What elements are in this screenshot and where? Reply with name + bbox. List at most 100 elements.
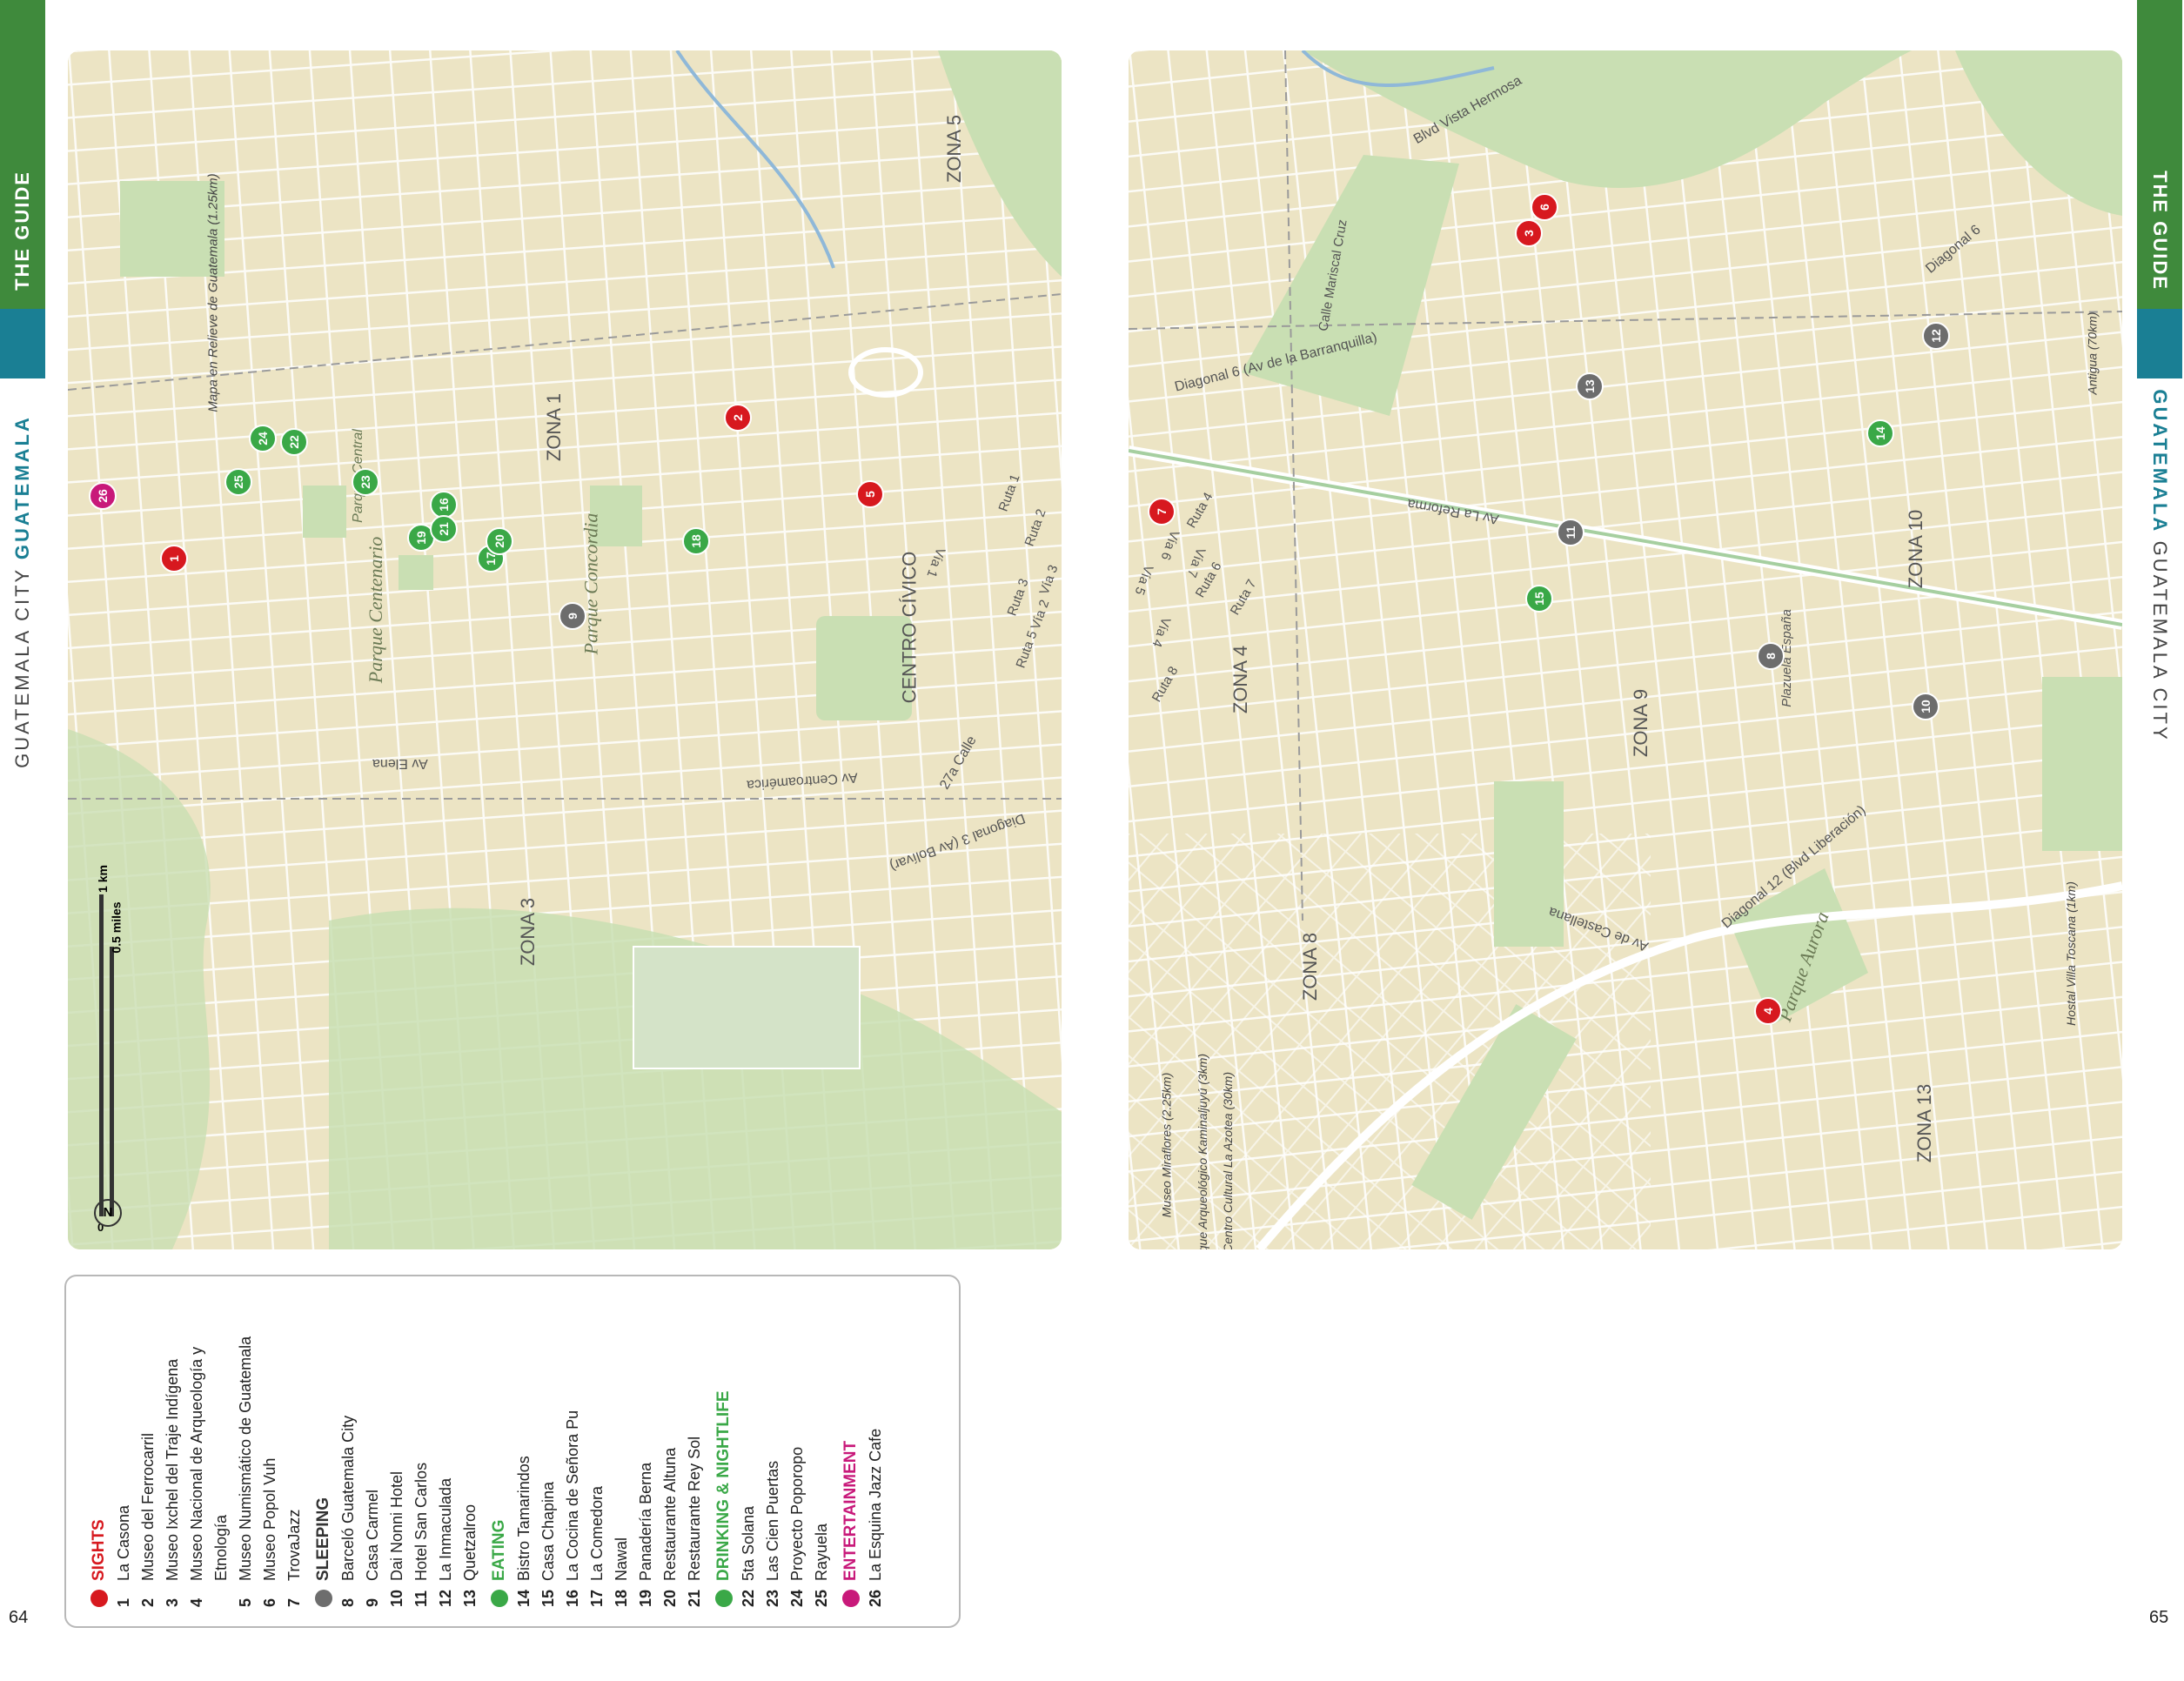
map-legend: SIGHTS 1 La Casona 2 Museo del Ferrocarril 3 M… <box>64 1275 961 1628</box>
legend-item-name: Museo Popol Vuh <box>261 1457 278 1581</box>
map-marker-20[interactable]: 20 <box>486 527 513 555</box>
map-marker-2[interactable]: 2 <box>724 404 752 432</box>
legend-item-name: La Casona <box>115 1504 132 1581</box>
legend-category-dot-icon <box>842 1590 860 1607</box>
map-marker-6[interactable]: 6 <box>1531 193 1558 221</box>
legend-category-title: SLEEPING <box>314 1497 332 1581</box>
legend-item: 9 Casa Carmel <box>360 1296 385 1607</box>
legend-item-number: 5 <box>237 1597 254 1607</box>
legend-item-name: Museo Nacional de Arqueología y Etnologí… <box>188 1346 230 1581</box>
map-marker-4[interactable]: 4 <box>1754 997 1782 1025</box>
map-marker-5[interactable]: 5 <box>856 480 884 508</box>
legend-item: 21 Restaurante Rey Sol <box>682 1296 707 1607</box>
legend-item: 24 Proyecto Poporopo <box>785 1296 809 1607</box>
legend-category-eating: EATING <box>487 1296 512 1607</box>
left-running-head: GUATEMALA CITY GUATEMALA <box>11 415 34 768</box>
map-marker-9[interactable]: 9 <box>559 602 586 630</box>
running-head-part1: GUATEMALA CITY <box>11 559 33 768</box>
map-marker-3[interactable]: 3 <box>1515 219 1543 247</box>
legend-category-sights: SIGHTS <box>87 1296 111 1607</box>
map-marker-1[interactable]: 1 <box>160 545 188 573</box>
running-head-part1: GUATEMALA <box>2149 389 2171 541</box>
park-label-concordia: Parque Concordia <box>579 512 602 655</box>
legend-category-title: SIGHTS <box>90 1519 108 1581</box>
legend-item: 20 Restaurante Altuna <box>658 1296 682 1607</box>
legend-category-sleeping: SLEEPING <box>312 1296 336 1607</box>
scale-bar-line-km <box>99 894 104 1216</box>
legend-item-name: Hotel San Carlos <box>412 1462 430 1581</box>
left-guide-tab: THE GUIDE <box>0 0 45 378</box>
guide-tab-teal <box>0 309 45 378</box>
running-head-part2: GUATEMALA CITY <box>2149 540 2171 742</box>
zone-label-zona-1: ZONA 1 <box>543 392 566 462</box>
map-marker-23[interactable]: 23 <box>352 468 379 496</box>
legend-category-title: DRINKING & NIGHTLIFE <box>714 1390 733 1582</box>
legend-item-name: Las Cien Puertas <box>764 1460 781 1581</box>
legend-item-name: Rayuela <box>813 1523 830 1581</box>
map-marker-15[interactable]: 15 <box>1525 585 1553 613</box>
legend-item: 8 Barceló Guatemala City <box>336 1296 360 1607</box>
left-page-number: 64 <box>9 1608 29 1627</box>
legend-item: 7 TrovaJazz <box>282 1296 306 1607</box>
map-marker-10[interactable]: 10 <box>1912 693 1939 720</box>
zone-label-zona-9: ZONA 9 <box>1630 688 1652 758</box>
scale-label-km: 1 km <box>95 865 110 893</box>
legend-item-number: 19 <box>637 1589 654 1607</box>
map-marker-26[interactable]: 26 <box>89 482 117 510</box>
zone-label-centro-civico: CENTRO CÍVICO <box>898 551 921 704</box>
legend-item-number: 25 <box>813 1589 830 1607</box>
legend-item-name: Panadería Berna <box>637 1462 654 1581</box>
legend-item: 18 Nawal <box>609 1296 633 1607</box>
legend-item-number: 3 <box>164 1597 181 1607</box>
map-marker-7[interactable]: 7 <box>1148 498 1176 526</box>
legend-item-number: 11 <box>412 1590 430 1607</box>
legend-item-number: 12 <box>437 1589 454 1607</box>
legend-item-number: 15 <box>539 1589 557 1607</box>
legend-item-name: Restaurante Altuna <box>661 1447 679 1581</box>
map-marker-13[interactable]: 13 <box>1576 372 1604 400</box>
legend-item-number: 6 <box>261 1597 278 1607</box>
legend-item-number: 23 <box>764 1589 781 1607</box>
legend-item-name: Museo Numismático de Guatemala <box>237 1336 254 1581</box>
right-page-number: 65 <box>2149 1608 2169 1627</box>
legend-item-number: 18 <box>613 1589 630 1607</box>
map-marker-8[interactable]: 8 <box>1757 642 1785 670</box>
map-marker-14[interactable]: 14 <box>1866 419 1894 447</box>
legend-item: 5 Museo Numismático de Guatemala <box>233 1296 258 1607</box>
legend-category-dot-icon <box>315 1590 332 1607</box>
map-right[interactable]: ZONA 4 ZONA 8 ZONA 9 ZONA 10 ZONA 13 Par… <box>1129 50 2122 1249</box>
legend-list: SIGHTS 1 La Casona 2 Museo del Ferrocarril 3 M… <box>66 1276 903 1626</box>
map-marker-21[interactable]: 21 <box>430 515 458 543</box>
right-running-head: GUATEMALA GUATEMALA CITY <box>2148 389 2171 741</box>
legend-item-name: La Comedora <box>588 1485 606 1581</box>
legend-item: 6 Museo Popol Vuh <box>258 1296 282 1607</box>
legend-item: 13 Quetzalroo <box>458 1296 482 1607</box>
guide-tab-teal <box>2137 309 2182 378</box>
map-marker-18[interactable]: 18 <box>682 527 710 555</box>
offmap-kaminaljuyu: Parque Arqueológico Kaminaljuyú (3km) <box>1196 1053 1210 1249</box>
legend-item-number: 4 <box>188 1597 205 1607</box>
legend-item-name: La Inmaculada <box>437 1477 454 1581</box>
offmap-antigua: Antigua (70km) <box>2085 311 2100 395</box>
map-marker-25[interactable]: 25 <box>224 468 252 496</box>
map-left[interactable]: ZONA 1 ZONA 3 ZONA 5 CENTRO CÍVICO Parqu… <box>68 50 1062 1249</box>
zone-label-zona-8: ZONA 8 <box>1299 932 1322 1001</box>
right-guide-tab: THE GUIDE <box>2137 0 2182 378</box>
map-marker-12[interactable]: 12 <box>1922 322 1950 350</box>
legend-item-name: Bistro Tamarindos <box>515 1456 533 1581</box>
legend-item: 22 5ta Solana <box>736 1296 760 1607</box>
map-marker-22[interactable]: 22 <box>280 428 308 456</box>
legend-category-dot-icon <box>715 1590 733 1607</box>
legend-item-name: La Esquina Jazz Cafe <box>867 1428 884 1581</box>
north-arrow-icon: N <box>94 1199 122 1227</box>
legend-item-name: Museo Ixchel del Traje Indígena <box>164 1358 181 1581</box>
map-marker-24[interactable]: 24 <box>249 425 277 452</box>
legend-item: 3 Museo Ixchel del Traje Indígena <box>160 1296 184 1607</box>
legend-content: SIGHTS 1 La Casona 2 Museo del Ferrocarril 3 M… <box>66 1276 959 1626</box>
legend-item: 25 Rayuela <box>809 1296 834 1607</box>
legend-category-dot-icon <box>491 1590 508 1607</box>
park-label-centenario: Parque Centenario <box>365 536 387 684</box>
map-marker-11[interactable]: 11 <box>1557 519 1584 546</box>
zone-label-zona-10: ZONA 10 <box>1905 509 1927 589</box>
zone-label-zona-5: ZONA 5 <box>943 114 966 184</box>
